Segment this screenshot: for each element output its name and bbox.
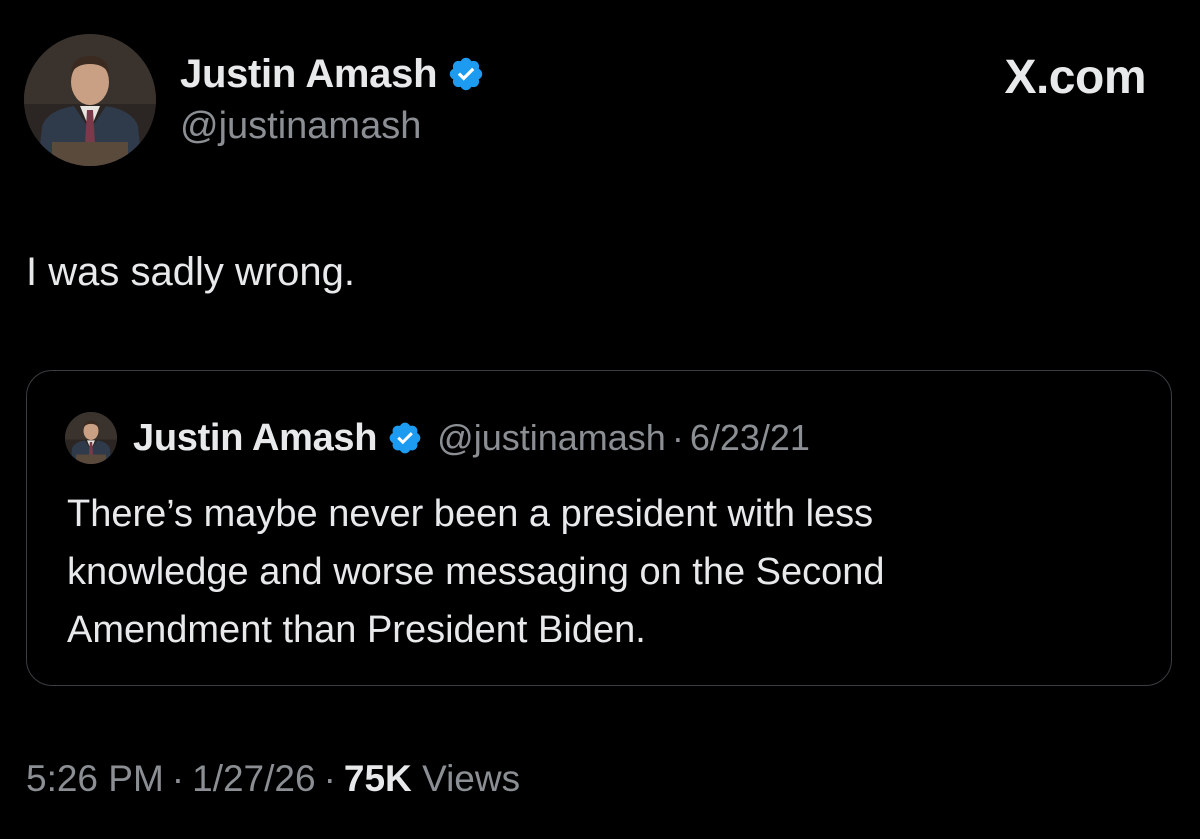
quoted-tweet-header: Justin Amash @justinamash · 6/23/21	[65, 412, 810, 464]
site-logo: X.com	[1004, 51, 1146, 104]
author-avatar[interactable]	[24, 34, 156, 166]
verified-badge-icon	[387, 420, 423, 456]
quoted-author-name[interactable]: Justin Amash	[133, 417, 377, 460]
views-count[interactable]: 75K	[344, 758, 412, 799]
separator-dot: ·	[171, 758, 185, 799]
quoted-tweet-text: There’s maybe never been a president wit…	[67, 485, 1147, 659]
tweet-time[interactable]: 5:26 PM	[26, 758, 164, 799]
quoted-text-line: knowledge and worse messaging on the Sec…	[67, 551, 885, 593]
quoted-text-line: There’s maybe never been a president wit…	[67, 493, 874, 535]
author-name[interactable]: Justin Amash	[180, 52, 438, 97]
quoted-tweet-date[interactable]: 6/23/21	[690, 417, 810, 459]
tweet-text: I was sadly wrong.	[26, 250, 356, 294]
tweet-meta: 5:26 PM · 1/27/26 · 75K Views	[26, 758, 520, 800]
author-name-row[interactable]: Justin Amash	[180, 50, 485, 98]
author-handle[interactable]: @justinamash	[180, 105, 421, 148]
separator-dot: ·	[671, 417, 684, 458]
separator-dot: ·	[323, 758, 336, 799]
quoted-author-handle[interactable]: @justinamash	[437, 417, 666, 459]
quoted-tweet-card[interactable]: Justin Amash @justinamash · 6/23/21 Ther…	[26, 370, 1172, 686]
tweet-date[interactable]: 1/27/26	[192, 758, 315, 799]
views-label: Views	[422, 758, 521, 799]
quoted-author-avatar[interactable]	[65, 412, 117, 464]
verified-badge-icon	[447, 55, 485, 93]
quoted-text-line: Amendment than President Biden.	[67, 609, 646, 651]
